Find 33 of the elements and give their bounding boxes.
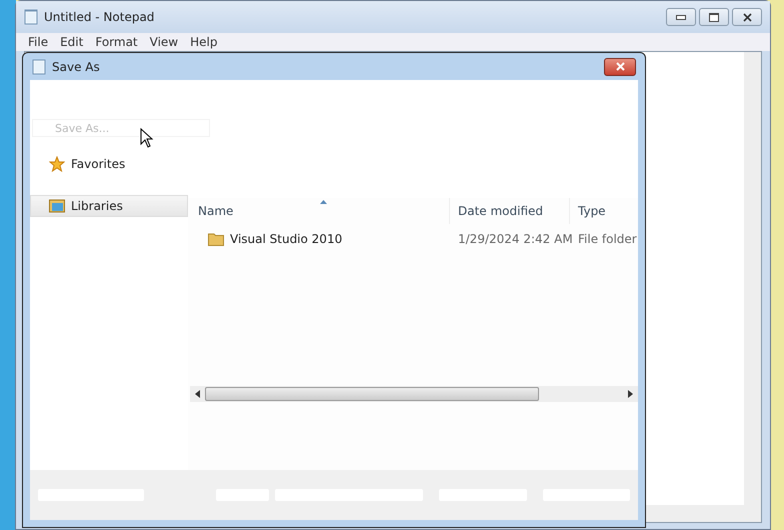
menu-item[interactable]: Format <box>89 35 144 49</box>
date-cell-text: 1/29/2024 2:42 AM <box>457 232 570 246</box>
scroll-thumb[interactable] <box>205 387 539 401</box>
vertical-scrollbar[interactable] <box>744 52 761 505</box>
scroll-right-icon[interactable] <box>628 390 633 398</box>
menu-item[interactable]: Help <box>184 35 224 49</box>
nav-item[interactable]: Libraries <box>30 195 188 217</box>
close-button[interactable] <box>604 58 636 76</box>
search-field[interactable]: Save As... <box>32 119 210 137</box>
window-title: Untitled - Notepad <box>44 10 154 24</box>
close-icon <box>742 12 752 22</box>
close-button[interactable] <box>732 8 762 26</box>
file-name-cell[interactable]: Visual Studio 2010 <box>190 232 450 246</box>
column-header[interactable]: Date modified <box>450 198 570 224</box>
horizontal-scrollbar[interactable] <box>190 386 638 402</box>
dialog-title: Save As <box>52 60 100 74</box>
sort-arrow-icon <box>320 200 326 204</box>
notepad-icon <box>24 9 38 25</box>
column-header[interactable]: Name <box>190 198 450 224</box>
close-icon <box>616 62 624 71</box>
star-icon <box>49 156 65 172</box>
library-icon <box>49 199 65 213</box>
folder-icon <box>208 232 224 246</box>
column-header[interactable]: Type <box>570 198 638 224</box>
menu-item[interactable]: File <box>22 35 54 49</box>
nav-item[interactable]: Favorites <box>30 153 188 175</box>
minimize-button[interactable] <box>666 8 696 26</box>
maximize-button[interactable] <box>699 8 729 26</box>
notepad-icon <box>32 58 46 74</box>
menu-item[interactable]: View <box>144 35 184 49</box>
scroll-left-icon[interactable] <box>195 390 200 398</box>
menu-item[interactable]: Edit <box>54 35 90 49</box>
type-cell-text: File folder <box>577 232 638 246</box>
